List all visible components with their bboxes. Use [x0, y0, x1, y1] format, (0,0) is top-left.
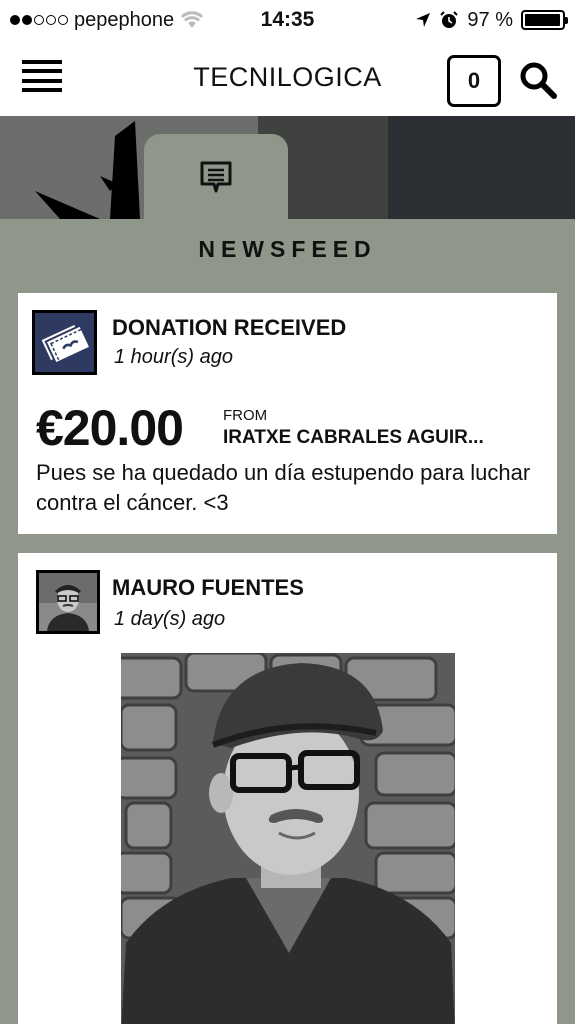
cart-count: 0	[467, 68, 481, 93]
avatar-portrait	[39, 573, 97, 631]
carrier-name: pepephone	[74, 8, 175, 31]
banknotes-icon	[39, 322, 92, 365]
donation-message: Pues se ha quedado un día estupendo para…	[36, 460, 531, 515]
status-bar: pepephone 14:35 97 %	[0, 0, 575, 40]
wifi-icon	[181, 11, 204, 28]
post-photo[interactable]	[121, 653, 455, 1024]
search-icon[interactable]	[518, 60, 558, 100]
feed-item-user[interactable]: MAURO FUENTES 1 day(s) ago	[18, 553, 557, 1024]
feed-item-donation[interactable]: DONATION RECEIVED 1 hour(s) ago €20.00 F…	[18, 293, 557, 534]
battery-fill	[525, 14, 560, 26]
feed-item-title: DONATION RECEIVED	[112, 315, 347, 340]
chat-bubble-icon	[200, 161, 232, 193]
donation-amount: €20.00	[36, 400, 184, 456]
battery-percent: 97 %	[467, 8, 513, 31]
avatar[interactable]	[36, 570, 100, 634]
battery-icon	[521, 10, 568, 30]
feed-item-title[interactable]: MAURO FUENTES	[112, 575, 304, 601]
location-arrow-icon	[416, 13, 431, 27]
donation-thumbnail	[32, 310, 97, 375]
feed-item-time: 1 hour(s) ago	[114, 346, 233, 368]
donor-name[interactable]: IRATXE CABRALES AGUIR...	[223, 427, 484, 449]
alarm-icon	[440, 11, 459, 28]
tab-newsfeed[interactable]	[144, 134, 288, 220]
app-header: TECNILOGICA 0	[0, 40, 575, 116]
section-title: NEWSFEED	[198, 236, 377, 262]
signal-strength-icon	[10, 15, 68, 25]
from-label: FROM	[223, 407, 268, 424]
status-right: 97 %	[415, 8, 568, 32]
feed-item-time: 1 day(s) ago	[114, 608, 226, 630]
carrier-group: pepephone	[10, 9, 210, 32]
cart-button[interactable]: 0	[447, 55, 501, 107]
portrait-photo	[121, 653, 455, 1024]
